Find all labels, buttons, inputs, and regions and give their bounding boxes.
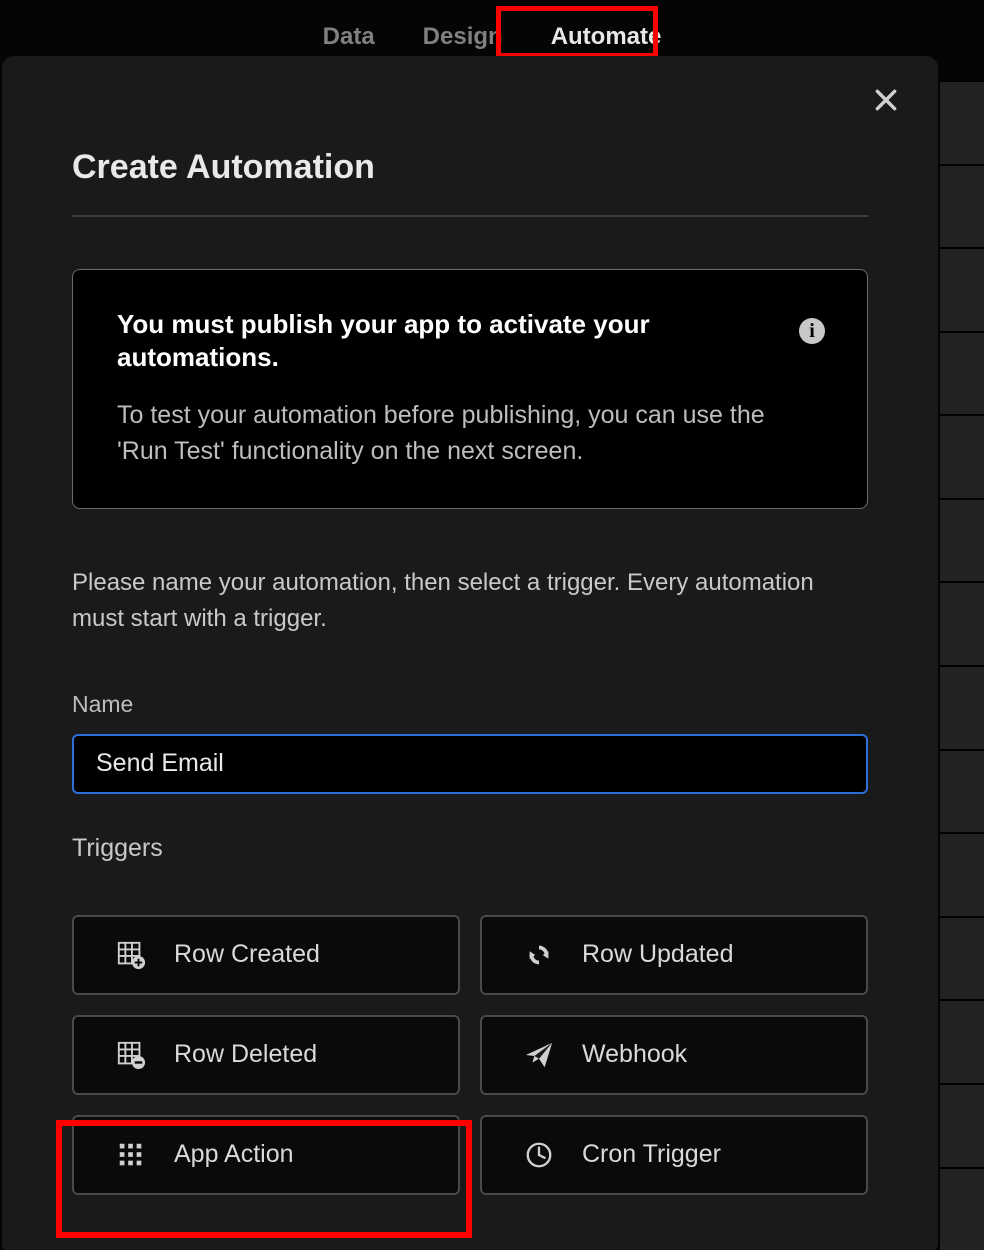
create-automation-modal: Create Automation i You must publish you… [2, 56, 938, 1250]
close-icon [873, 87, 899, 113]
info-title: You must publish your app to activate yo… [117, 308, 717, 373]
right-panel-strips [940, 80, 984, 1250]
trigger-row-created[interactable]: Row Created [72, 915, 460, 995]
trigger-label: Row Updated [582, 940, 733, 969]
paper-plane-icon [522, 1038, 556, 1072]
name-label: Name [72, 691, 868, 718]
table-remove-icon [114, 1038, 148, 1072]
info-icon: i [799, 318, 825, 344]
trigger-webhook[interactable]: Webhook [480, 1015, 868, 1095]
top-nav: Data Design Automate [0, 0, 984, 56]
triggers-label: Triggers [72, 834, 868, 863]
trigger-grid: Row Created Row Updated Row [72, 915, 868, 1195]
table-add-icon [114, 938, 148, 972]
tab-data[interactable]: Data [323, 23, 375, 51]
info-body: To test your automation before publishin… [117, 397, 797, 470]
trigger-label: Webhook [582, 1040, 687, 1069]
refresh-icon [522, 938, 556, 972]
automation-name-input[interactable] [72, 734, 868, 794]
instructions-text: Please name your automation, then select… [72, 565, 868, 637]
trigger-label: Row Created [174, 940, 320, 969]
trigger-app-action[interactable]: App Action [72, 1115, 460, 1195]
grid-dots-icon [114, 1138, 148, 1172]
trigger-label: App Action [174, 1140, 294, 1169]
trigger-label: Row Deleted [174, 1040, 317, 1069]
trigger-row-updated[interactable]: Row Updated [480, 915, 868, 995]
trigger-row-deleted[interactable]: Row Deleted [72, 1015, 460, 1095]
modal-title: Create Automation [72, 148, 868, 187]
divider [72, 215, 868, 217]
clock-icon [522, 1138, 556, 1172]
close-button[interactable] [870, 84, 902, 116]
tab-design[interactable]: Design [423, 23, 503, 51]
trigger-label: Cron Trigger [582, 1140, 721, 1169]
tab-automate[interactable]: Automate [551, 23, 662, 51]
publish-info-box: i You must publish your app to activate … [72, 269, 868, 509]
trigger-cron[interactable]: Cron Trigger [480, 1115, 868, 1195]
